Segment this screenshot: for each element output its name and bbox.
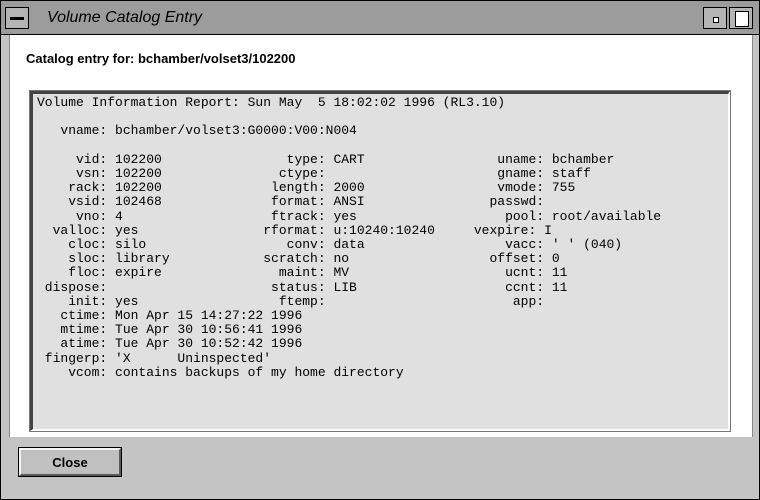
client-area: Catalog entry for: bchamber/volset3/1022… [9,35,753,437]
minimize-icon[interactable] [703,7,727,29]
report-text: Volume Information Report: Sun May 5 18:… [37,95,662,380]
window-title: Volume Catalog Entry [47,9,203,26]
title-bar[interactable]: Volume Catalog Entry [1,1,759,35]
maximize-icon[interactable] [729,7,753,29]
window-menu-icon[interactable] [5,7,29,29]
report-panel[interactable]: Volume Information Report: Sun May 5 18:… [30,91,730,431]
volume-catalog-window: Volume Catalog Entry Catalog entry for: … [0,0,760,500]
close-button[interactable]: Close [19,448,121,476]
catalog-entry-label: Catalog entry for: bchamber/volset3/1022… [26,51,296,66]
button-bar: Close [1,437,759,499]
